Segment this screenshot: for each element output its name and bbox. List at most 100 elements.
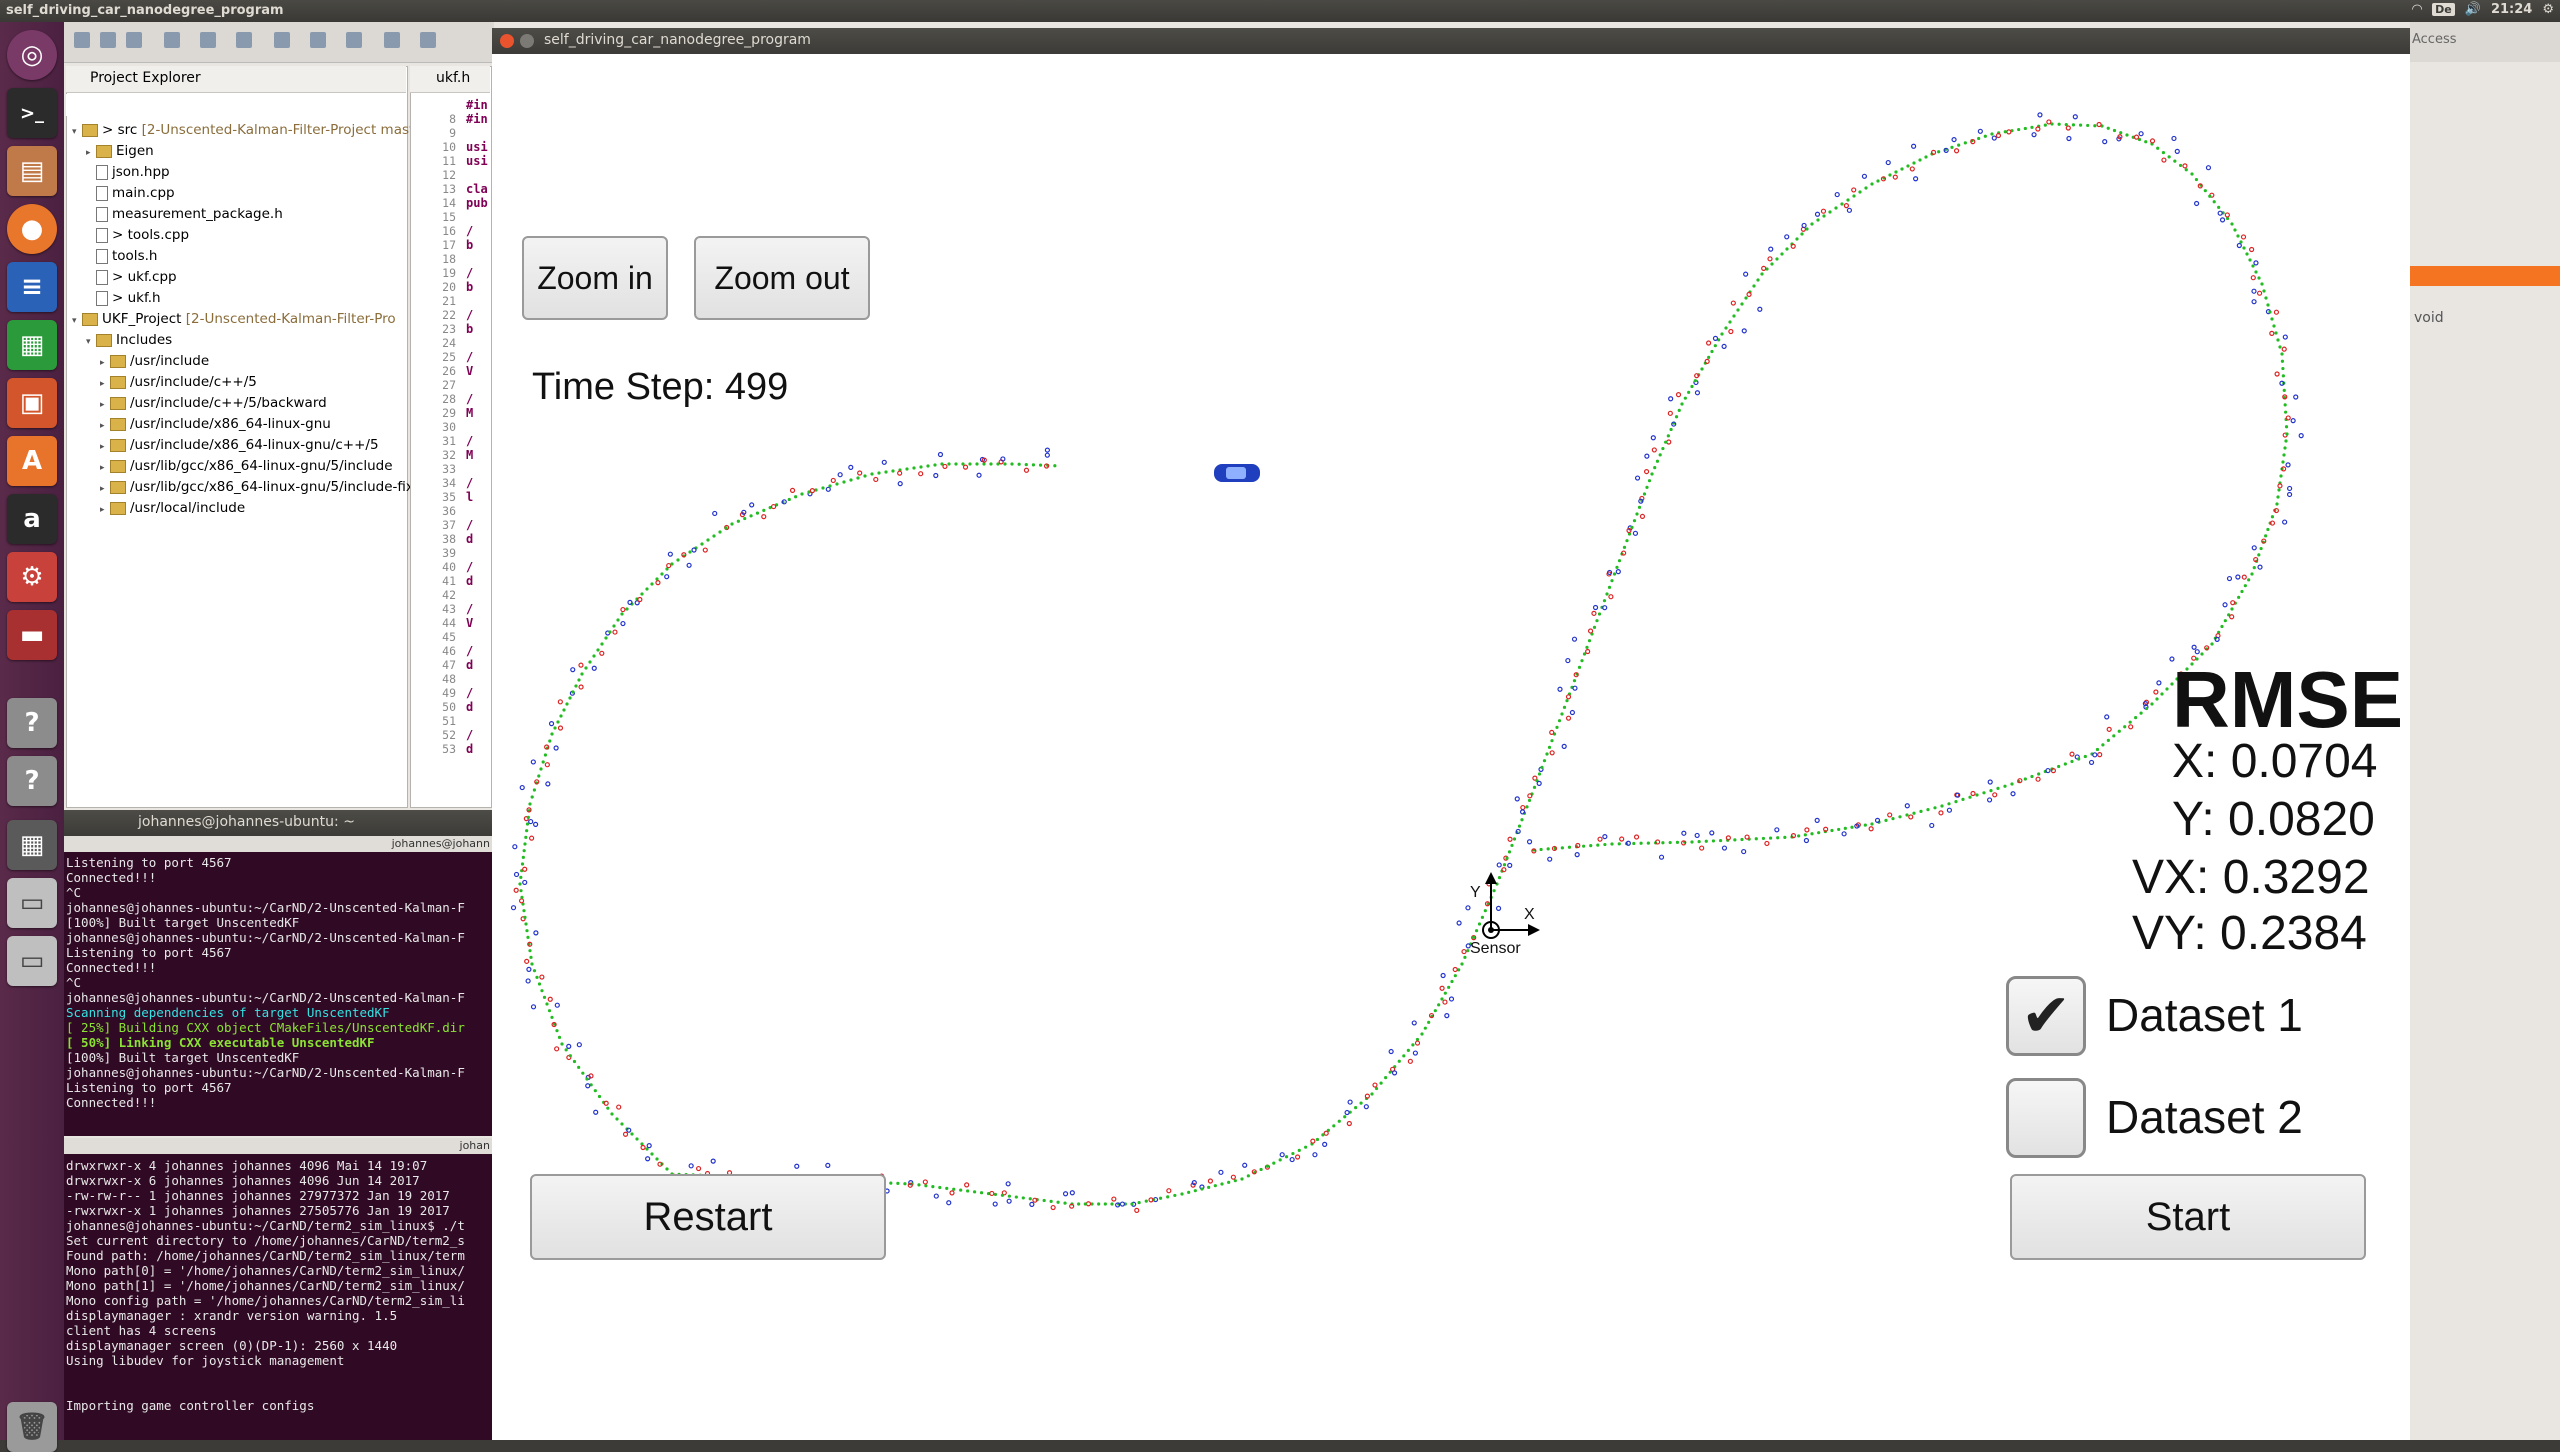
expand-toggle-icon[interactable]: ▸	[100, 437, 110, 457]
estimate-point	[523, 915, 527, 919]
volume-icon[interactable]: 🔊	[2465, 2, 2481, 17]
firefox-icon[interactable]: ●	[7, 204, 57, 254]
clock[interactable]: 21:24	[2491, 2, 2532, 17]
tree-item[interactable]: ▸ /usr/include	[100, 351, 209, 371]
tree-item[interactable]: ▸ /usr/include/c++/5	[100, 372, 257, 392]
navigate-icon[interactable]	[346, 32, 362, 48]
radar-measurement	[1784, 234, 1790, 240]
save-icon[interactable]	[100, 32, 116, 48]
expand-toggle-icon[interactable]: ▾	[72, 311, 82, 331]
expand-toggle-icon[interactable]: ▾	[86, 332, 96, 352]
editor-tab-ukf-h[interactable]: ukf.h	[410, 66, 490, 93]
tree-item[interactable]: ▸ /usr/include/c++/5/backward	[100, 393, 327, 413]
tree-item[interactable]: ▸ /usr/local/include	[100, 498, 245, 518]
dataset-1-checkbox[interactable]: ✔	[2006, 976, 2086, 1056]
save-all-icon[interactable]	[126, 32, 142, 48]
zoom-out-button[interactable]: Zoom out	[694, 236, 870, 320]
tree-item[interactable]: ▾ > src [2-Unscented-Kalman-Filter-Projec…	[72, 120, 414, 140]
tree-item[interactable]: measurement_package.h	[86, 204, 283, 224]
run-icon[interactable]	[236, 32, 252, 48]
calculator-icon[interactable]: ▦	[7, 820, 57, 870]
tree-item[interactable]: > ukf.h	[86, 288, 161, 308]
terminal-icon[interactable]: >_	[7, 88, 57, 138]
tree-item[interactable]: ▾ Includes	[86, 330, 172, 350]
ubuntu-dash-icon[interactable]: ◎	[7, 30, 57, 80]
lidar-measurement	[2230, 600, 2236, 606]
tree-item[interactable]: json.hpp	[86, 162, 170, 182]
trash-icon[interactable]: 🗑	[7, 1402, 57, 1452]
tree-item[interactable]: tools.h	[86, 246, 157, 266]
start-button[interactable]: Start	[2010, 1174, 2366, 1260]
tree-item[interactable]: main.cpp	[86, 183, 175, 203]
drive-icon[interactable]: ▭	[7, 936, 57, 986]
tree-item[interactable]: > ukf.cpp	[86, 267, 177, 287]
tree-item[interactable]: ▾ UKF_Project [2-Unscented-Kalman-Filter-…	[72, 309, 396, 329]
amazon-icon[interactable]: a	[7, 494, 57, 544]
estimate-point	[530, 962, 534, 966]
build-icon[interactable]	[164, 32, 180, 48]
new-icon[interactable]	[74, 32, 90, 48]
estimate-point	[1954, 800, 1958, 804]
project-explorer-tab[interactable]: Project Explorer	[66, 66, 406, 93]
tree-item[interactable]: > tools.cpp	[86, 225, 189, 245]
keyboard-layout-indicator[interactable]: De	[2432, 3, 2455, 16]
sensor-center	[1488, 927, 1494, 933]
settings-icon[interactable]: ⚙	[7, 552, 57, 602]
search-icon[interactable]	[274, 32, 290, 48]
estimate-point	[2208, 194, 2212, 198]
lidar-measurement	[1166, 1188, 1172, 1194]
lidar-measurement	[1585, 648, 1591, 655]
writer-icon[interactable]: ≡	[7, 262, 57, 312]
expand-toggle-icon[interactable]: ▸	[86, 143, 96, 163]
radar-measurement	[1279, 1152, 1285, 1158]
lidar-measurement	[655, 580, 661, 586]
line-number: 31	[442, 434, 456, 448]
terminal-tab[interactable]: johannes@johann	[64, 836, 492, 852]
estimate-point	[539, 767, 543, 771]
quick-access-field[interactable]: Access	[2412, 32, 2457, 47]
unknown-app-icon[interactable]: ?	[7, 698, 57, 748]
expand-toggle-icon[interactable]: ▸	[100, 416, 110, 436]
dataset-2-checkbox[interactable]	[2006, 1078, 2086, 1158]
settings-gear-icon[interactable]: ⚙	[2542, 2, 2554, 17]
calc-icon[interactable]: ▦	[7, 320, 57, 370]
estimate-point	[1492, 889, 1496, 893]
estimate-point	[2184, 168, 2188, 172]
software-icon[interactable]: A	[7, 436, 57, 486]
unknown-app-icon[interactable]: ?	[7, 756, 57, 806]
expand-toggle-icon[interactable]: ▸	[100, 458, 110, 478]
debug-icon[interactable]	[200, 32, 216, 48]
perspective-icon[interactable]	[384, 32, 400, 48]
tree-item[interactable]: ▸ /usr/lib/gcc/x86_64-linux-gnu/5/include	[100, 456, 393, 476]
code-line: l	[466, 490, 474, 504]
expand-toggle-icon[interactable]: ▸	[100, 353, 110, 373]
estimate-point	[2251, 264, 2255, 268]
files-icon[interactable]: ▤	[7, 146, 57, 196]
zoom-in-button[interactable]: Zoom in	[522, 236, 668, 320]
estimate-point	[556, 720, 560, 724]
expand-toggle-icon[interactable]: ▸	[100, 374, 110, 394]
minimize-icon[interactable]	[520, 34, 534, 48]
expand-toggle-icon[interactable]: ▸	[100, 500, 110, 520]
tree-item[interactable]: ▸ Eigen	[86, 141, 154, 161]
expand-toggle-icon[interactable]: ▸	[100, 479, 110, 499]
tree-item[interactable]: ▸ /usr/include/x86_64-linux-gnu	[100, 414, 331, 434]
open-type-icon[interactable]	[310, 32, 326, 48]
expand-toggle-icon[interactable]: ▾	[72, 122, 82, 142]
drive-icon[interactable]: ▭	[7, 878, 57, 928]
expand-toggle-icon[interactable]: ▸	[100, 395, 110, 415]
radar-measurement	[976, 472, 982, 478]
estimate-point	[2156, 146, 2160, 150]
lidar-measurement	[907, 1182, 913, 1188]
lidar-measurement	[1868, 826, 1874, 832]
outline-item[interactable]: void	[2414, 310, 2444, 326]
tree-item[interactable]: ▸ /usr/include/x86_64-linux-gnu/c++/5	[100, 435, 379, 455]
close-icon[interactable]	[500, 34, 514, 48]
wifi-icon[interactable]: ◠	[2412, 2, 2422, 17]
tree-item[interactable]: ▸ /usr/lib/gcc/x86_64-linux-gnu/5/include…	[100, 477, 414, 497]
forward-icon[interactable]	[420, 32, 436, 48]
impress-icon[interactable]: ▣	[7, 378, 57, 428]
monitor-icon[interactable]: ▬	[7, 610, 57, 660]
terminal-2-tab[interactable]: johan	[64, 1138, 492, 1154]
restart-button[interactable]: Restart	[530, 1174, 886, 1260]
